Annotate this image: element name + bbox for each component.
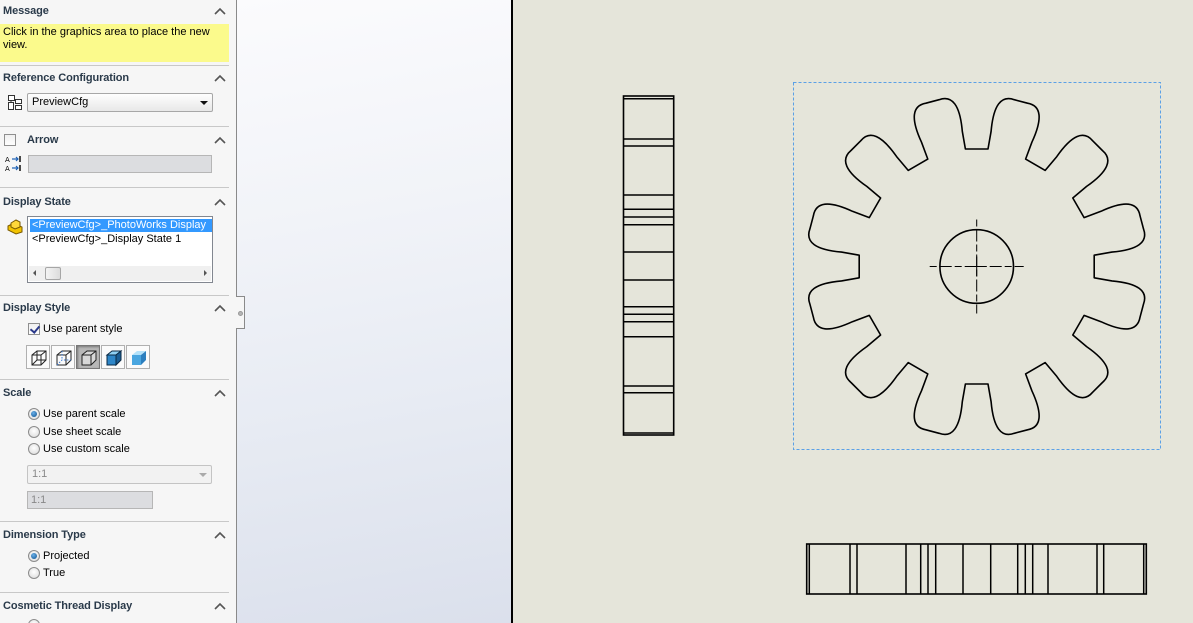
- custom-scale-input[interactable]: 1:1: [27, 491, 153, 509]
- shaded-with-edges-button[interactable]: [101, 345, 125, 369]
- chevron-up-icon: [214, 136, 226, 144]
- projected-radio[interactable]: [28, 550, 40, 562]
- true-radio[interactable]: [28, 567, 40, 579]
- graphics-area-background[interactable]: [237, 0, 512, 623]
- hidden-lines-removed-button[interactable]: [76, 345, 100, 369]
- use-sheet-scale-label: Use sheet scale: [43, 426, 122, 438]
- display-state-horizontal-scrollbar[interactable]: [29, 266, 211, 281]
- custom-scale-select[interactable]: 1:1: [27, 465, 212, 484]
- use-custom-scale-label: Use custom scale: [43, 443, 130, 455]
- cosmetic-thread-title: Cosmetic Thread Display: [3, 600, 133, 612]
- display-state-collapse-button[interactable]: [214, 198, 226, 206]
- chevron-up-icon: [214, 602, 226, 610]
- reference-configuration-select[interactable]: PreviewCfg: [27, 93, 213, 112]
- use-parent-style-checkbox[interactable]: [28, 323, 40, 335]
- projected-label: Projected: [43, 550, 90, 562]
- chevron-up-icon: [214, 304, 226, 312]
- grip-dot-icon: [238, 311, 243, 316]
- display-state-icon: [7, 219, 23, 235]
- divider: [0, 592, 229, 593]
- dropdown-arrow-icon: [200, 101, 208, 105]
- divider: [0, 65, 229, 66]
- chevron-up-icon: [214, 7, 226, 15]
- shaded-with-edges-icon: [105, 349, 123, 367]
- chevron-up-icon: [214, 389, 226, 397]
- scroll-left-icon[interactable]: [33, 270, 36, 276]
- arrow-section-title: Arrow: [27, 134, 59, 146]
- bottom-view[interactable]: [805, 543, 1148, 595]
- drawing-sheet[interactable]: [511, 0, 1193, 623]
- hidden-lines-visible-icon: [56, 350, 72, 366]
- chevron-up-icon: [214, 74, 226, 82]
- scale-collapse-button[interactable]: [214, 389, 226, 397]
- chevron-up-icon: [214, 531, 226, 539]
- display-style-title: Display Style: [3, 302, 71, 314]
- arrow-collapse-button[interactable]: [214, 136, 226, 144]
- scroll-right-icon[interactable]: [204, 270, 207, 276]
- message-section-title: Message: [3, 5, 49, 17]
- divider: [0, 187, 229, 188]
- display-state-title: Display State: [3, 196, 71, 208]
- divider: [0, 521, 229, 522]
- use-parent-style-label: Use parent style: [43, 323, 123, 335]
- hidden-lines-visible-button[interactable]: [51, 345, 75, 369]
- property-manager-panel: Message Click in the graphics area to pl…: [0, 0, 237, 623]
- message-collapse-button[interactable]: [214, 7, 226, 15]
- front-view[interactable]: [793, 82, 1161, 450]
- drawing-canvas[interactable]: [513, 0, 1193, 623]
- use-parent-scale-radio[interactable]: [28, 408, 40, 420]
- use-sheet-scale-radio[interactable]: [28, 426, 40, 438]
- wireframe-button[interactable]: [26, 345, 50, 369]
- display-style-collapse-button[interactable]: [214, 304, 226, 312]
- cosmetic-thread-collapse-button[interactable]: [214, 602, 226, 610]
- scrollbar-thumb[interactable]: [45, 267, 61, 280]
- display-state-list[interactable]: <PreviewCfg>_PhotoWorks Display <Preview…: [27, 216, 213, 283]
- arrow-label-input[interactable]: [28, 155, 212, 173]
- configuration-tree-icon: [8, 95, 22, 110]
- custom-scale-select-value: 1:1: [32, 468, 48, 480]
- shaded-button[interactable]: [126, 345, 150, 369]
- use-custom-scale-radio[interactable]: [28, 443, 40, 455]
- display-state-item[interactable]: <PreviewCfg>_PhotoWorks Display: [29, 218, 212, 233]
- reference-configuration-collapse-button[interactable]: [214, 74, 226, 82]
- chevron-up-icon: [214, 198, 226, 206]
- divider: [0, 126, 229, 127]
- divider: [0, 295, 229, 296]
- cosmetic-thread-radio[interactable]: [28, 619, 40, 623]
- use-parent-scale-label: Use parent scale: [43, 408, 126, 420]
- svg-text:A: A: [5, 165, 10, 173]
- shaded-icon: [132, 351, 146, 365]
- panel-splitter-handle[interactable]: [236, 296, 245, 329]
- dropdown-arrow-icon: [199, 473, 207, 477]
- svg-text:A: A: [5, 156, 10, 164]
- wireframe-icon: [31, 350, 47, 366]
- scale-title: Scale: [3, 387, 32, 399]
- true-label: True: [43, 567, 66, 579]
- side-view-outline: [622, 95, 675, 436]
- divider: [0, 379, 229, 380]
- view-label-arrow-icon: A A: [5, 156, 21, 173]
- message-text: Click in the graphics area to place the …: [0, 24, 229, 62]
- display-state-item[interactable]: <PreviewCfg>_Display State 1: [30, 233, 212, 246]
- dimension-type-title: Dimension Type: [3, 529, 86, 541]
- reference-configuration-value: PreviewCfg: [32, 96, 89, 108]
- hidden-lines-removed-icon: [81, 350, 97, 366]
- side-view[interactable]: [622, 95, 675, 436]
- arrow-checkbox[interactable]: [4, 134, 16, 146]
- reference-configuration-title: Reference Configuration: [3, 72, 130, 84]
- dimension-type-collapse-button[interactable]: [214, 531, 226, 539]
